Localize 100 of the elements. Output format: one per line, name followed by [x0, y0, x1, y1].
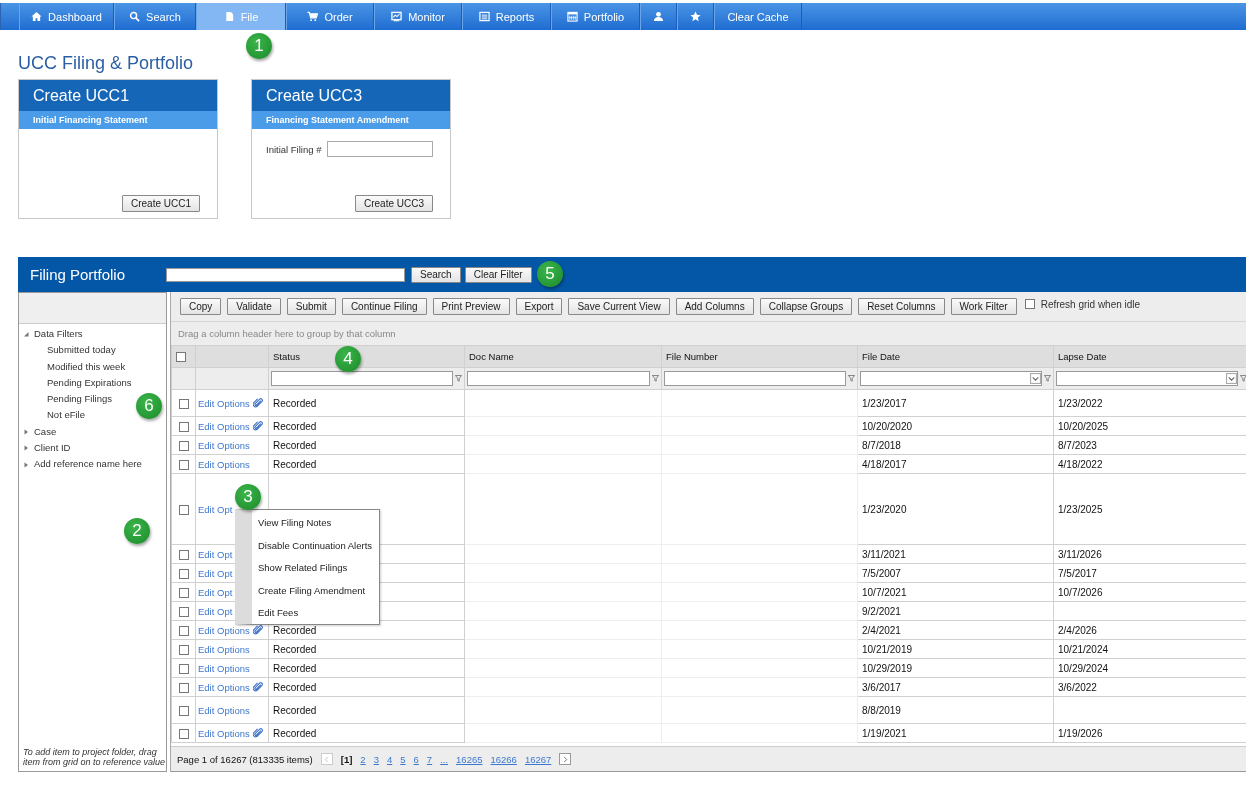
- checkbox[interactable]: [178, 421, 189, 432]
- page-link[interactable]: 2: [360, 753, 366, 765]
- search-field[interactable]: [166, 267, 405, 282]
- nav-tab[interactable]: Monitor: [374, 3, 462, 30]
- menu-item[interactable]: Show Related Filings: [252, 557, 379, 580]
- table-cell: Recorded: [273, 458, 317, 470]
- checkbox[interactable]: [178, 705, 189, 716]
- tree-item[interactable]: Pending Filings: [47, 393, 112, 405]
- table-cell: Recorded: [273, 397, 317, 409]
- checkbox[interactable]: [178, 398, 189, 409]
- page-link[interactable]: 7: [426, 753, 433, 765]
- checkbox[interactable]: [178, 644, 189, 655]
- filing-number-field[interactable]: [327, 141, 434, 157]
- column-header[interactable]: File Date: [857, 345, 1054, 368]
- table-cell: 8/8/2019: [862, 704, 901, 716]
- nav-tab[interactable]: Clear Cache: [714, 3, 802, 30]
- table-cell: 10/7/2026: [1058, 586, 1103, 598]
- checkbox[interactable]: [178, 587, 189, 598]
- create-button[interactable]: Create UCC3: [354, 195, 433, 212]
- page-link[interactable]: 16265: [456, 753, 483, 765]
- filter-icon[interactable]: [455, 375, 462, 382]
- page-summary: Page 1 of 16267 (813335 items): [177, 753, 313, 765]
- column-header[interactable]: Lapse Date: [1053, 345, 1246, 368]
- tree-item[interactable]: Add reference name here: [34, 456, 142, 473]
- toolbar-button[interactable]: Work Filter: [950, 298, 1017, 315]
- caret-icon[interactable]: [23, 445, 29, 452]
- toolbar-button[interactable]: Add Columns: [675, 298, 754, 315]
- menu-item[interactable]: View Filing Notes: [252, 512, 379, 535]
- caret-icon[interactable]: [23, 331, 29, 338]
- toolbar-button[interactable]: Validate: [227, 298, 281, 315]
- nav-tab[interactable]: Reports: [462, 3, 551, 30]
- star-icon: [690, 11, 701, 22]
- nav-tab[interactable]: Order: [286, 3, 374, 30]
- checkbox[interactable]: [176, 352, 186, 363]
- table-cell: 1/23/2017: [862, 397, 907, 409]
- page-link[interactable]: 4: [386, 753, 393, 765]
- filter-field[interactable]: [664, 371, 846, 386]
- menu-item[interactable]: Disable Continuation Alerts: [252, 534, 379, 558]
- tree-item[interactable]: Pending Expirations: [47, 376, 132, 388]
- create-button[interactable]: Create UCC1: [121, 195, 200, 212]
- caret-icon[interactable]: [23, 461, 29, 468]
- filter-dropdown[interactable]: [1056, 371, 1238, 386]
- nav-tab[interactable]: Portfolio: [551, 3, 640, 30]
- checkbox[interactable]: [178, 549, 189, 560]
- tree-item[interactable]: Not eFile: [47, 409, 85, 421]
- checkbox[interactable]: [178, 663, 189, 674]
- nav-tab[interactable]: [677, 3, 714, 30]
- page-link[interactable]: 6: [413, 753, 419, 765]
- checkbox[interactable]: [178, 606, 189, 617]
- menu-item[interactable]: Create Filing Amendment: [252, 579, 379, 603]
- table-cell: Recorded: [273, 704, 317, 716]
- page-link[interactable]: 16267: [524, 753, 552, 765]
- page-link[interactable]: ...: [440, 753, 449, 765]
- filter-icon[interactable]: [1240, 375, 1246, 382]
- toolbar-button[interactable]: Copy: [180, 298, 222, 315]
- toolbar-button[interactable]: Continue Filing: [341, 298, 427, 315]
- checkbox[interactable]: [178, 682, 189, 693]
- page-link[interactable]: 16266: [490, 753, 517, 765]
- tree-item[interactable]: Submitted today: [47, 344, 116, 356]
- toolbar-button[interactable]: Export: [515, 298, 563, 315]
- checkbox[interactable]: [178, 625, 189, 636]
- checkbox[interactable]: [178, 504, 189, 515]
- tree-item[interactable]: Modified this week: [47, 360, 126, 372]
- caret-icon[interactable]: [23, 428, 29, 435]
- table-cell: 3/6/2022: [1058, 681, 1097, 693]
- toolbar-button[interactable]: Save Current View: [568, 298, 670, 315]
- nav-tab[interactable]: [640, 3, 677, 30]
- page-link[interactable]: [1]: [340, 753, 353, 765]
- group-hint: Drag a column header here to group by that column: [171, 322, 1246, 345]
- header-button[interactable]: Clear Filter: [464, 266, 532, 283]
- edit-options-link[interactable]: Edit Opt: [198, 503, 233, 515]
- tree-item[interactable]: Case: [34, 423, 57, 441]
- checkbox[interactable]: [178, 728, 189, 739]
- checkbox[interactable]: [1024, 298, 1035, 309]
- checkbox[interactable]: [178, 459, 189, 470]
- next-page-button[interactable]: [559, 753, 572, 765]
- menu-item[interactable]: Edit Fees: [252, 602, 379, 625]
- filter-field[interactable]: [467, 371, 650, 386]
- checkbox[interactable]: [178, 440, 189, 451]
- page-link[interactable]: 3: [373, 753, 379, 765]
- toolbar-button[interactable]: Reset Columns: [858, 298, 945, 315]
- table-cell: 10/21/2019: [862, 643, 913, 655]
- filter-field[interactable]: [271, 371, 453, 386]
- filter-icon[interactable]: [848, 375, 855, 382]
- tree-item[interactable]: Data Filters: [34, 326, 83, 343]
- help-note: To add item to project folder, drag item from grid on to reference value: [23, 747, 166, 767]
- column-header[interactable]: File Number: [661, 345, 858, 368]
- filter-icon[interactable]: [1044, 375, 1051, 382]
- column-header[interactable]: Doc Name: [464, 345, 662, 368]
- toolbar-button[interactable]: Print Preview: [432, 298, 510, 315]
- filter-dropdown[interactable]: [860, 371, 1042, 386]
- filter-icon[interactable]: [652, 375, 659, 382]
- toolbar-button[interactable]: Submit: [286, 298, 336, 315]
- nav-tab[interactable]: Dashboard: [19, 3, 114, 30]
- toolbar-button[interactable]: Collapse Groups: [759, 298, 853, 315]
- checkbox[interactable]: [178, 568, 189, 579]
- tree-item[interactable]: Client ID: [34, 440, 71, 457]
- page-link[interactable]: 5: [400, 753, 406, 765]
- table-cell: 7/5/2017: [1058, 567, 1097, 579]
- header-button[interactable]: Search: [411, 266, 461, 283]
